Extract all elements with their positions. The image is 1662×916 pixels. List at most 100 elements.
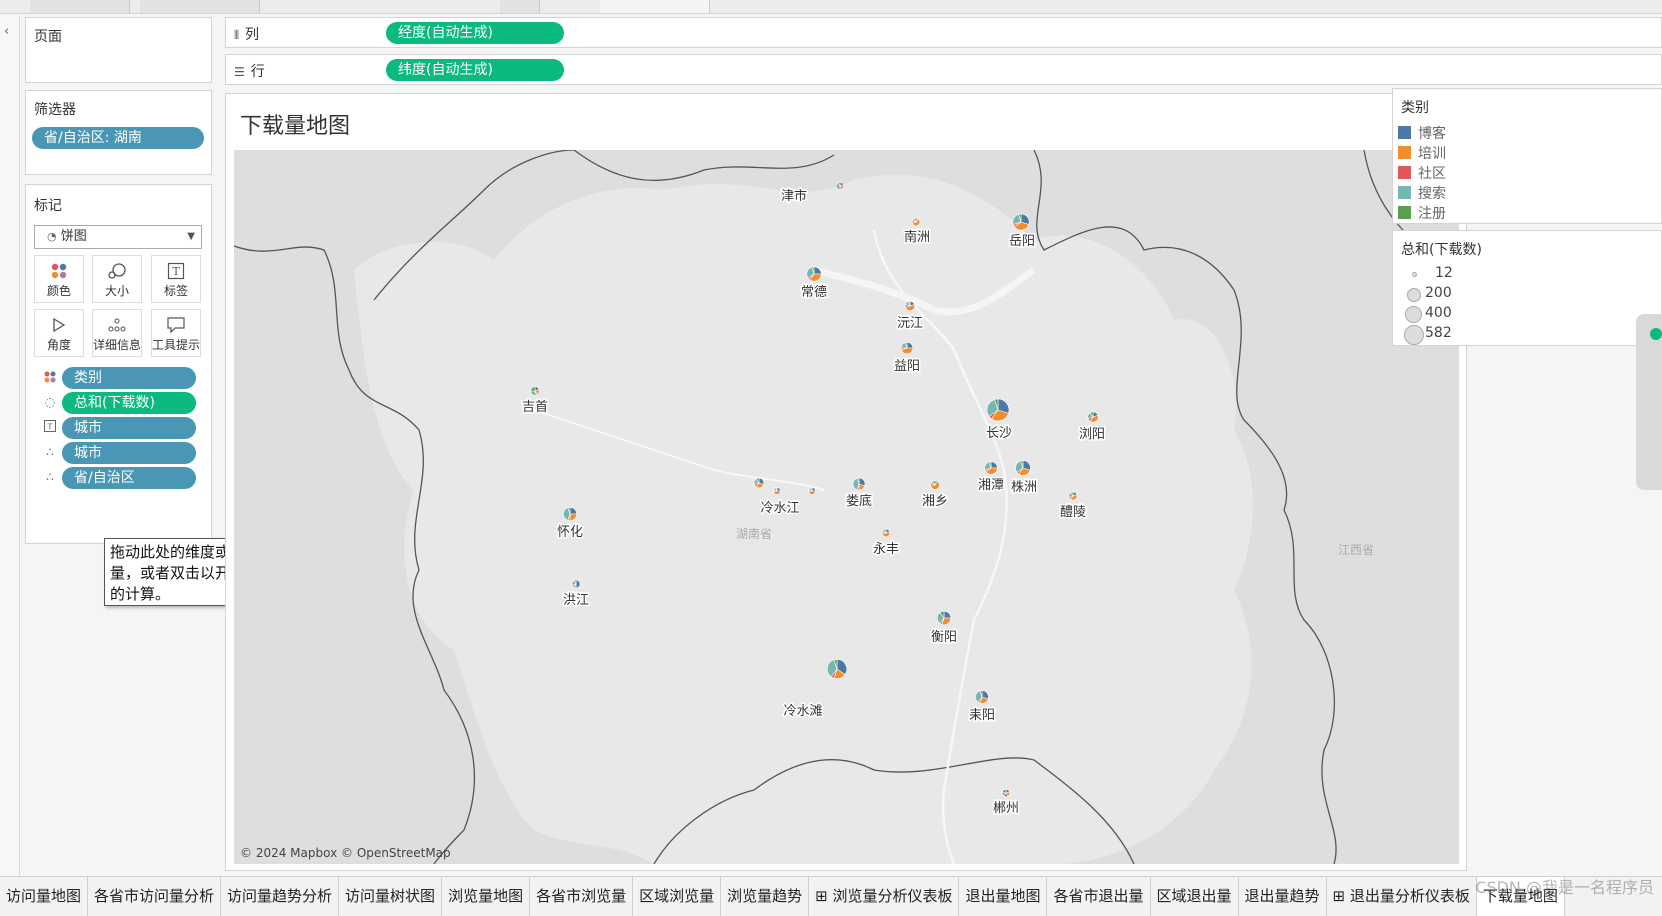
province-detail-pill[interactable]: 省/自治区 <box>62 467 196 489</box>
pie-mark[interactable] <box>930 480 940 490</box>
toolbar-fragment[interactable] <box>600 0 710 13</box>
sheet-tab[interactable]: 退出量趋势 <box>1239 877 1327 916</box>
mark-field-detail-province[interactable]: ∴ 省/自治区 <box>34 467 202 489</box>
category-legend[interactable]: 类别 博客 培训 社区 搜索 注册 <box>1392 88 1662 224</box>
label-button[interactable]: T 标签 <box>151 255 201 303</box>
legend-swatch <box>1398 126 1411 139</box>
pie-mark[interactable] <box>986 398 1010 422</box>
sheet-tab[interactable]: 区域退出量 <box>1151 877 1239 916</box>
pie-mark[interactable] <box>571 579 581 589</box>
data-pane-collapsed: ‹ <box>0 16 20 876</box>
svg-text:T: T <box>47 423 53 432</box>
pie-mark[interactable] <box>984 461 998 475</box>
map-attribution[interactable]: © 2024 Mapbox © OpenStreetMap <box>240 846 451 860</box>
tooltip-button[interactable]: 工具提示 <box>151 309 201 357</box>
toolbar-fragment[interactable] <box>140 0 260 13</box>
speech-bubble-icon <box>152 310 200 336</box>
sheet-tab[interactable]: 浏览量趋势 <box>721 877 810 916</box>
size-button[interactable]: 大小 <box>92 255 142 303</box>
mark-field-label[interactable]: T 城市 <box>34 417 202 439</box>
pie-mark[interactable] <box>1068 491 1078 501</box>
floating-side-widget[interactable] <box>1636 314 1662 490</box>
tooltip-button-label: 工具提示 <box>152 338 201 352</box>
pie-mark[interactable] <box>806 266 822 282</box>
sheet-tab[interactable]: 访问量树状图 <box>339 877 443 916</box>
pie-mark[interactable] <box>852 477 866 491</box>
mark-field-size[interactable]: ◌ 总和(下载数) <box>34 392 202 414</box>
size-legend-item: 200 <box>1403 285 1563 305</box>
size-circle-400 <box>1405 306 1422 323</box>
size-circle-200 <box>1407 288 1421 302</box>
pie-mark[interactable] <box>900 341 914 355</box>
mark-field-detail-city[interactable]: ∴ 城市 <box>34 442 202 464</box>
pie-mark[interactable] <box>1087 411 1099 423</box>
sheet-tab[interactable]: 浏览量地图 <box>442 877 531 916</box>
collapse-left-icon[interactable]: ‹ <box>4 24 9 39</box>
pie-mark[interactable] <box>904 300 916 311</box>
svg-text:T: T <box>172 265 180 278</box>
rows-shelf[interactable]: ☰ 行 纬度(自动生成) <box>225 54 1662 85</box>
size-legend[interactable]: 总和(下载数) 12 200 400 582 <box>1392 230 1662 346</box>
pie-mark[interactable] <box>975 690 989 704</box>
marks-card[interactable]: 标记 ◔ 饼图 ▼ 颜色 大小 T 标签 角度 详细信息 工具提示 类别 ◌ 总… <box>25 184 212 544</box>
sum-downloads-pill[interactable]: 总和(下载数) <box>62 392 196 414</box>
detail-dots-icon: ∴ <box>46 470 54 484</box>
pie-mark[interactable] <box>911 217 921 227</box>
sheet-tab[interactable]: 访问量地图 <box>0 877 89 916</box>
category-pill[interactable]: 类别 <box>62 367 196 389</box>
sheet-tab[interactable]: ⊞ 浏览量分析仪表板 <box>809 877 960 916</box>
detail-button[interactable]: 详细信息 <box>92 309 142 357</box>
mark-type-value: 饼图 <box>60 229 87 244</box>
angle-button[interactable]: 角度 <box>34 309 84 357</box>
city-detail-pill[interactable]: 城市 <box>62 442 196 464</box>
watermark: CSDN @我是一名程序员 <box>1475 878 1654 897</box>
size-legend-item: 400 <box>1403 305 1563 325</box>
sheet-tab[interactable]: 区域浏览量 <box>633 877 722 916</box>
columns-icon: ⫴ <box>234 28 240 42</box>
toolbar-fragment[interactable] <box>30 0 130 13</box>
pie-mark[interactable] <box>563 507 577 521</box>
sheet-tab[interactable]: 各省市访问量分析 <box>88 877 222 916</box>
latitude-pill[interactable]: 纬度(自动生成) <box>386 59 564 81</box>
city-label: 株洲 <box>1011 480 1037 495</box>
toolbar-fragment[interactable] <box>500 0 540 13</box>
sheet-tab[interactable]: 各省市浏览量 <box>530 877 634 916</box>
longitude-pill[interactable]: 经度(自动生成) <box>386 22 564 44</box>
map-canvas[interactable]: 津市南洲 岳阳常德沅江益阳吉首长沙 浏阳湘潭 株洲湘乡 娄底冷水江 醴陵怀化永丰洪江衡阳冷… <box>234 150 1459 864</box>
city-label: 益阳 <box>894 359 920 374</box>
filters-card[interactable]: 筛选器 省/自治区: 湖南 <box>25 90 212 175</box>
sheet-tab[interactable]: 访问量趋势分析 <box>221 877 340 916</box>
color-dots-icon <box>42 370 58 387</box>
map-area[interactable]: 津市 南洲 岳阳 常德 沅江 益阳 吉首 长沙 浏阳 湘潭 株洲 湘乡 娄底 冷水江 醴陵 怀化 永丰 洪江 衡阳冷… <box>234 150 1459 864</box>
size-circle-582 <box>1404 325 1424 345</box>
legend-swatch <box>1398 146 1411 159</box>
sheet-tab[interactable]: 各省市退出量 <box>1047 877 1151 916</box>
pie-mark[interactable] <box>936 610 952 626</box>
pie-mark[interactable] <box>826 658 847 680</box>
status-dot <box>1650 328 1662 340</box>
viz-sheet[interactable]: 下载量地图 津市 南洲 岳阳 常德 沅江 益阳 吉首 长沙 浏阳 湘潭 株洲 湘乡 娄底 冷水江 醴陵 怀化永… <box>225 93 1467 871</box>
pie-mark[interactable] <box>881 528 891 538</box>
sheet-tab[interactable]: 退出量地图 <box>959 877 1048 916</box>
pie-mark[interactable] <box>1012 213 1030 231</box>
sheet-tab[interactable]: ⊞ 退出量分析仪表板 <box>1327 877 1477 916</box>
pie-mark[interactable] <box>1015 460 1031 476</box>
filter-province-pill[interactable]: 省/自治区: 湖南 <box>32 127 204 149</box>
text-label-icon: T <box>152 256 200 282</box>
pie-mark[interactable] <box>836 181 845 191</box>
pie-mark[interactable] <box>773 487 781 495</box>
pie-mark[interactable] <box>753 477 765 489</box>
color-button[interactable]: 颜色 <box>34 255 84 303</box>
pie-mark[interactable] <box>530 386 540 396</box>
mark-field-category[interactable]: 类别 <box>34 367 202 389</box>
size-icon <box>93 256 141 282</box>
mark-type-dropdown[interactable]: ◔ 饼图 ▼ <box>34 225 202 249</box>
columns-shelf[interactable]: ⫴ 列 经度(自动生成) <box>225 17 1662 48</box>
pie-mark[interactable] <box>808 487 816 495</box>
city-label: 岳阳 <box>1009 234 1035 249</box>
city-label: 怀化 <box>557 525 583 540</box>
city-label: 洪江 <box>563 593 589 608</box>
pages-card[interactable]: 页面 <box>25 17 212 83</box>
city-label-pill[interactable]: 城市 <box>62 417 196 439</box>
pie-mark[interactable] <box>1001 788 1011 798</box>
